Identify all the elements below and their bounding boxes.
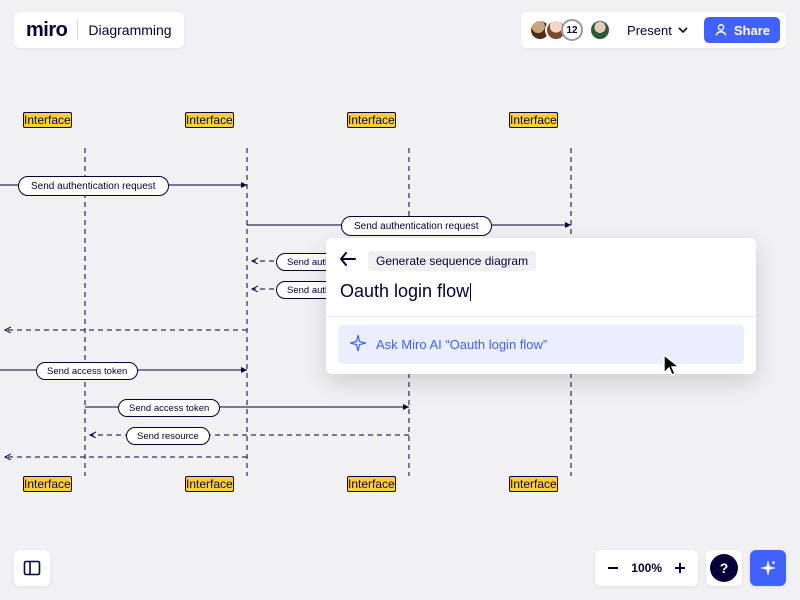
lifeline-bottom-1[interactable]: Interface (23, 476, 72, 492)
mouse-cursor-icon (662, 353, 684, 379)
collaborator-avatars[interactable]: 12 (529, 19, 611, 41)
help-icon: ? (710, 554, 738, 582)
board-header[interactable]: miro Diagramming (14, 12, 184, 48)
board-title: Diagramming (88, 22, 171, 38)
generator-chip[interactable]: Generate sequence diagram (368, 251, 536, 271)
message-6[interactable]: Send access token (118, 399, 220, 417)
lifeline-label: Interface (348, 113, 395, 127)
minus-icon (606, 561, 620, 575)
present-label: Present (627, 23, 672, 38)
message-label: Send authentication request (31, 181, 156, 192)
ai-prompt-text: Oauth login flow (340, 281, 469, 301)
message-label: Send access token (47, 366, 127, 377)
lifeline-label: Interface (510, 477, 557, 491)
zoom-controls: 100% (595, 550, 698, 586)
lifeline-bottom-2[interactable]: Interface (185, 476, 234, 492)
top-right-controls: 12 Present Share (521, 12, 786, 48)
message-label: Send resource (137, 431, 199, 442)
top-bar: miro Diagramming 12 Present Share (0, 0, 800, 56)
bottom-right-controls: 100% ? (595, 550, 786, 586)
avatar-count[interactable]: 12 (561, 19, 583, 41)
ai-suggestion-text: Ask Miro AI “Oauth login flow” (376, 337, 547, 352)
message-5[interactable]: Send access token (36, 362, 138, 380)
zoom-out-button[interactable] (599, 554, 627, 582)
lifeline-label: Interface (348, 477, 395, 491)
share-button[interactable]: Share (704, 17, 780, 43)
zoom-in-button[interactable] (666, 554, 694, 582)
ai-prompt-input[interactable]: Oauth login flow (338, 279, 744, 312)
message-1[interactable]: Send authentication request (18, 176, 169, 196)
message-label: Send authentication request (354, 221, 479, 232)
lifeline-bottom-3[interactable]: Interface (347, 476, 396, 492)
message-label: Send access token (129, 403, 209, 414)
miro-logo: miro (26, 19, 67, 42)
back-button[interactable] (338, 250, 358, 271)
share-label: Share (734, 23, 770, 38)
chevron-down-icon (678, 25, 688, 35)
sparkle-icon (350, 335, 366, 354)
divider (77, 20, 78, 40)
lifeline-label: Interface (24, 477, 71, 491)
divider (326, 316, 756, 317)
user-icon (714, 23, 728, 37)
plus-icon (673, 561, 687, 575)
help-button[interactable]: ? (706, 550, 742, 586)
text-caret (470, 283, 471, 301)
arrow-left-icon (340, 252, 356, 266)
lifeline-top-3[interactable]: Interface (347, 112, 396, 128)
lifeline-label: Interface (186, 477, 233, 491)
zoom-level[interactable]: 100% (627, 561, 666, 575)
lifeline-top-1[interactable]: Interface (23, 112, 72, 128)
lifeline-label: Interface (510, 113, 557, 127)
ai-sparkle-icon (759, 559, 777, 577)
present-dropdown[interactable]: Present (621, 19, 694, 42)
lifeline-top-2[interactable]: Interface (185, 112, 234, 128)
miro-ai-button[interactable] (750, 550, 786, 586)
lifeline-top-4[interactable]: Interface (509, 112, 558, 128)
lifeline-bottom-4[interactable]: Interface (509, 476, 558, 492)
message-7[interactable]: Send resource (126, 427, 210, 445)
lifeline-label: Interface (24, 113, 71, 127)
frames-icon (23, 559, 41, 577)
message-2[interactable]: Send authentication request (341, 216, 492, 236)
ai-popover: Generate sequence diagram Oauth login fl… (326, 238, 756, 374)
lifeline-label: Interface (186, 113, 233, 127)
frames-panel-button[interactable] (14, 550, 50, 586)
avatar[interactable] (589, 19, 611, 41)
